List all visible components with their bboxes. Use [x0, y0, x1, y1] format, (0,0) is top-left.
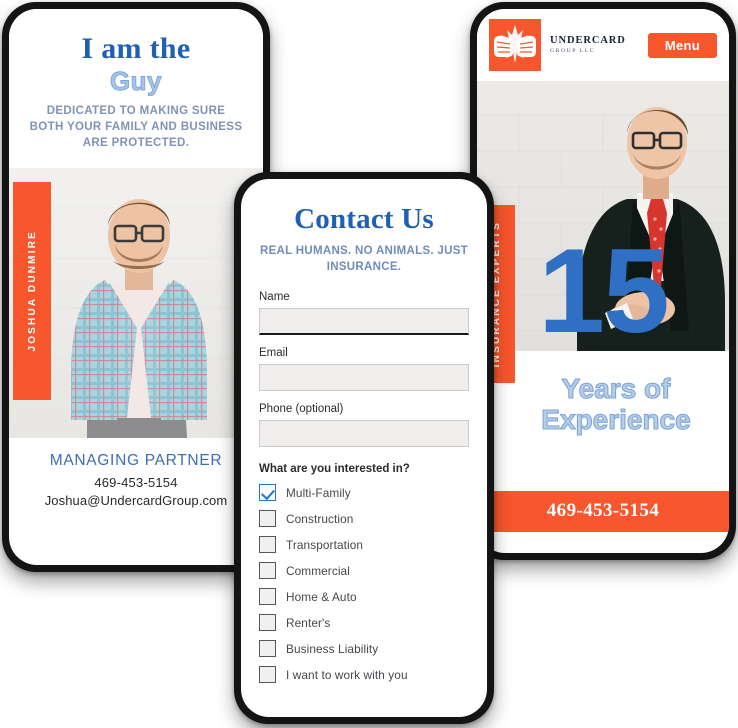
company-wordmark: UNDERCARD GROUP LLC	[550, 34, 626, 55]
fist-bump-logo-icon	[489, 19, 541, 71]
left-contact-block: MANAGING PARTNER 469-453-5154 Joshua@Und…	[9, 438, 263, 518]
right-phone-screen: UNDERCARD GROUP LLC Menu INSURANCE EXPER…	[477, 9, 729, 553]
checkbox-label: Transportation	[286, 537, 364, 552]
checkbox-renters[interactable]	[259, 614, 276, 632]
email-input[interactable]	[259, 364, 469, 392]
left-role-title: MANAGING PARTNER	[49, 451, 223, 469]
checkbox-business-liability[interactable]	[259, 640, 276, 658]
form-fields: Name Email Phone (optional)	[259, 291, 469, 459]
years-caption-line2: Experience	[541, 404, 692, 436]
list-item[interactable]: Renter's	[259, 614, 469, 632]
left-hero-section: I am the Guy DEDICATED TO MAKING SURE BO…	[9, 9, 263, 168]
left-phone-mockup: I am the Guy DEDICATED TO MAKING SURE BO…	[2, 2, 270, 572]
company-name-line1: UNDERCARD	[550, 34, 626, 46]
checkbox-multi-family[interactable]	[259, 484, 276, 502]
list-item[interactable]: I want to work with you	[259, 666, 469, 684]
left-email-address[interactable]: Joshua@UndercardGroup.com	[17, 493, 255, 508]
checkbox-transportation[interactable]	[259, 536, 276, 554]
phone-input[interactable]	[259, 420, 469, 448]
left-subheadline: DEDICATED TO MAKING SURE BOTH YOUR FAMIL…	[29, 105, 243, 149]
list-item[interactable]: Commercial	[259, 562, 469, 580]
right-site-header: UNDERCARD GROUP LLC Menu	[477, 9, 729, 81]
checkbox-label: Home & Auto	[286, 589, 357, 604]
checkbox-label: Commercial	[286, 563, 350, 578]
contact-form-title: Contact Us	[294, 203, 434, 235]
left-vertical-name-text: JOSHUA DUNMIRE	[26, 229, 38, 352]
years-caption-line1: Years of	[561, 372, 671, 404]
menu-button[interactable]: Menu	[647, 32, 717, 58]
phone-field-label: Phone (optional)	[259, 403, 344, 416]
list-item[interactable]: Transportation	[259, 536, 469, 554]
checkbox-label: Renter's	[286, 615, 331, 630]
company-name-line2: GROUP LLC	[550, 47, 596, 54]
email-field-label: Email	[259, 347, 288, 360]
checkbox-label: I want to work with you	[286, 667, 408, 682]
name-field-group: Name	[259, 291, 469, 347]
center-phone-mockup: Contact Us REAL HUMANS. NO ANIMALS. JUST…	[234, 172, 494, 724]
name-input[interactable]	[259, 308, 469, 336]
checkbox-label: Multi-Family	[286, 485, 351, 500]
left-headline: I am the	[81, 32, 191, 65]
interest-question-label: What are you interested in?	[259, 463, 410, 476]
years-caption: Years of Experience	[511, 372, 721, 436]
left-headline-accent: Guy	[109, 65, 163, 96]
phone-field-group: Phone (optional)	[259, 403, 469, 459]
left-phone-screen: I am the Guy DEDICATED TO MAKING SURE BO…	[9, 9, 263, 565]
interest-checkbox-list: Multi-Family Construction Transportation…	[259, 484, 469, 684]
checkbox-commercial[interactable]	[259, 562, 276, 580]
right-phone-mockup: UNDERCARD GROUP LLC Menu INSURANCE EXPER…	[470, 2, 736, 560]
checkbox-label: Construction	[286, 511, 354, 526]
contact-form-panel: Contact Us REAL HUMANS. NO ANIMALS. JUST…	[241, 179, 487, 700]
checkbox-home-auto[interactable]	[259, 588, 276, 606]
list-item[interactable]: Construction	[259, 510, 469, 528]
checkbox-construction[interactable]	[259, 510, 276, 528]
checkbox-work-with-you[interactable]	[259, 666, 276, 684]
left-portrait-photo: JOSHUA DUNMIRE	[9, 167, 263, 438]
phone-mockup-stage: I am the Guy DEDICATED TO MAKING SURE BO…	[0, 0, 738, 728]
list-item[interactable]: Multi-Family	[259, 484, 469, 502]
center-phone-screen: Contact Us REAL HUMANS. NO ANIMALS. JUST…	[241, 179, 487, 717]
email-field-group: Email	[259, 347, 469, 403]
right-footer-phone[interactable]: 469-453-5154	[477, 491, 729, 532]
left-phone-number[interactable]: 469-453-5154	[17, 475, 255, 490]
contact-form-subtitle: REAL HUMANS. NO ANIMALS. JUST INSURANCE.	[259, 245, 469, 273]
checkbox-label: Business Liability	[286, 641, 379, 656]
name-field-label: Name	[259, 291, 290, 304]
list-item[interactable]: Home & Auto	[259, 588, 469, 606]
list-item[interactable]: Business Liability	[259, 640, 469, 658]
left-vertical-name-tab: JOSHUA DUNMIRE	[13, 181, 51, 400]
